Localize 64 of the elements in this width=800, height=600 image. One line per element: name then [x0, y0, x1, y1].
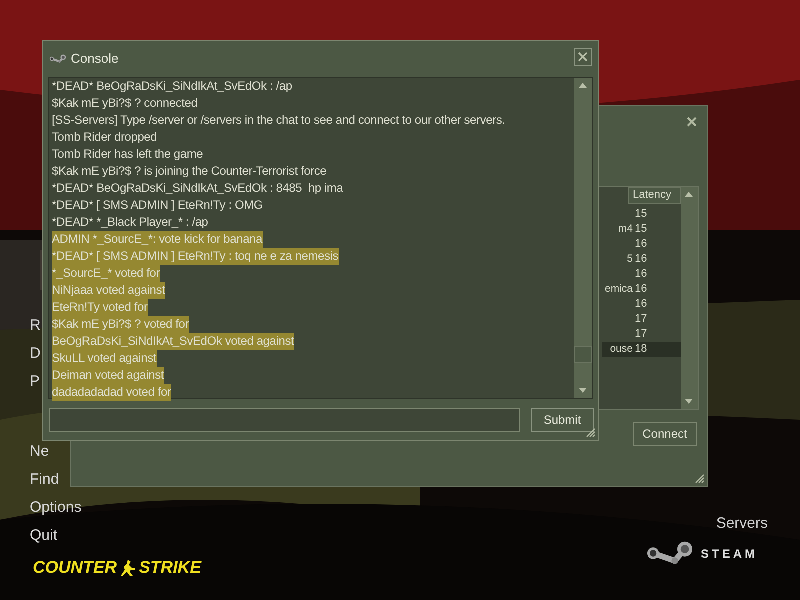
- console-line: $Kak mE yBi?$ ? is joining the Counter-Terrorist force: [52, 163, 327, 180]
- console-line: [SS-Servers] Type /server or /servers in the chat to see and connect to our other servers.: [52, 112, 506, 129]
- menu-item[interactable]: P: [30, 372, 40, 392]
- table-cell: emica: [604, 282, 633, 297]
- steam-logo-text: STEAM: [701, 546, 758, 562]
- menu-item[interactable]: Quit: [30, 526, 58, 546]
- server-row[interactable]: 16: [602, 267, 681, 282]
- console-line: *DEAD* BeOgRaDsKi_SiNdIkAt_SvEdOk : 8485 hp ima: [52, 180, 344, 197]
- menu-item[interactable]: Find: [30, 470, 60, 490]
- table-cell: 16: [635, 267, 648, 282]
- server-row[interactable]: 16: [602, 297, 681, 312]
- resize-grip-icon[interactable]: [586, 428, 596, 438]
- close-icon: [578, 52, 588, 62]
- close-icon[interactable]: [687, 117, 697, 127]
- server-row[interactable]: 17: [602, 327, 681, 342]
- table-cell: 16: [635, 297, 648, 312]
- server-row[interactable]: m4 15: [602, 222, 681, 237]
- server-row[interactable]: 5 16: [602, 252, 681, 267]
- server-row[interactable]: 16: [602, 237, 681, 252]
- window-title: Console: [71, 50, 119, 68]
- console-line: Tomb Rider dropped: [52, 129, 158, 146]
- table-cell: 16: [635, 252, 648, 267]
- scroll-thumb[interactable]: [574, 346, 592, 363]
- close-button[interactable]: [574, 48, 592, 66]
- servers-link[interactable]: Servers: [716, 513, 768, 536]
- submit-button[interactable]: Submit: [531, 408, 594, 432]
- console-line: *DEAD* BeOgRaDsKi_SiNdIkAt_SvEdOk : /ap: [52, 78, 292, 95]
- server-row[interactable]: emica 16: [602, 282, 681, 297]
- server-row[interactable]: 15: [602, 207, 681, 222]
- logo-text: COUNTER: [33, 558, 118, 578]
- scrollbar[interactable]: [681, 187, 698, 409]
- table-cell: 17: [635, 312, 648, 327]
- menu-item[interactable]: D: [30, 344, 41, 364]
- table-cell: m4: [618, 222, 633, 237]
- scroll-up-icon[interactable]: [685, 192, 693, 197]
- table-cell: ouse: [610, 342, 633, 357]
- logo-text: STRIKE: [139, 558, 202, 578]
- soldier-icon: [119, 559, 138, 577]
- menu-item[interactable]: Options: [30, 498, 82, 518]
- table-cell: 5: [627, 252, 633, 267]
- steam-logo-icon: [645, 541, 695, 566]
- scroll-down-icon[interactable]: [685, 399, 693, 404]
- column-header[interactable]: Latency: [628, 187, 681, 204]
- menu-item[interactable]: R: [30, 316, 41, 336]
- table-cell: 15: [635, 207, 648, 222]
- input-field[interactable]: [49, 408, 520, 432]
- console-line: *DEAD* *_Black Player_* : /ap: [52, 214, 208, 231]
- table-cell: 15: [635, 222, 648, 237]
- scroll-down-icon[interactable]: [579, 388, 587, 393]
- table-cell: 16: [635, 282, 648, 297]
- steam-icon: [49, 52, 67, 65]
- menu-item[interactable]: Ne: [30, 442, 50, 462]
- scrollbar[interactable]: [574, 78, 592, 398]
- table-cell: 18: [635, 342, 648, 357]
- console-line: $Kak mE yBi?$ ? connected: [52, 95, 198, 112]
- table-cell: 17: [635, 327, 648, 342]
- console-line: *DEAD* [ SMS ADMIN ] EteRn!Ty : OMG: [52, 197, 264, 214]
- scroll-up-icon[interactable]: [579, 83, 587, 88]
- connect-button[interactable]: Connect: [633, 422, 697, 446]
- resize-grip-icon[interactable]: [695, 474, 705, 484]
- table-cell: 16: [635, 237, 648, 252]
- server-row[interactable]: ouse 18: [602, 342, 681, 357]
- console-line: Tomb Rider has left the game: [52, 146, 204, 163]
- server-row[interactable]: 17: [602, 312, 681, 327]
